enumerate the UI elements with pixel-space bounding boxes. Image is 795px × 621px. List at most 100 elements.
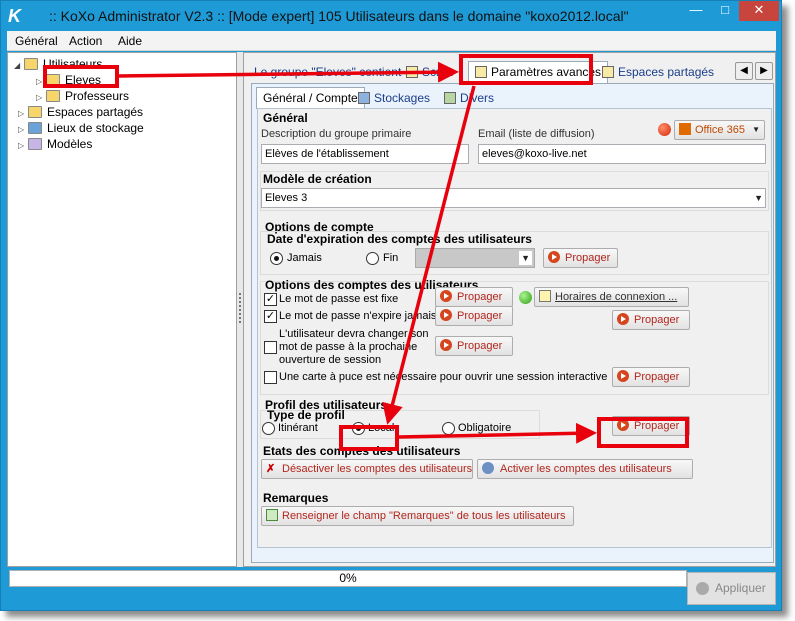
description-field[interactable]: Elèves de l'établissement	[261, 144, 469, 164]
button-label: Propager	[634, 371, 680, 383]
general-account-content: Général Description du groupe primaire E…	[257, 108, 772, 548]
must-change-label-line1: L'utilisateur devra changer son	[279, 328, 429, 340]
highlight-propagate-profile	[597, 417, 689, 448]
must-change-label-line2: mot de passe à la prochaine	[279, 341, 418, 353]
section-general-title: Général	[263, 111, 308, 125]
subtab-general-account[interactable]: Général / Compte	[256, 87, 365, 109]
edit-icon	[266, 509, 278, 521]
model-select[interactable]: Eleves 3 ▼	[261, 188, 766, 208]
must-change-password-checkbox[interactable]	[264, 341, 277, 354]
tree-item-modeles[interactable]: ▷ Modèles	[18, 136, 92, 152]
highlight-eleves	[43, 65, 119, 88]
subtab-misc[interactable]: Divers	[438, 88, 500, 110]
details-pane: Le groupe "Eleves" contient Script Param…	[243, 52, 776, 567]
fixed-password-label: Le mot de passe est fixe	[279, 293, 399, 305]
tab-label: Script	[422, 65, 453, 79]
must-change-label-line3: ouverture de session	[279, 354, 382, 366]
disable-user-icon: ✗	[266, 463, 276, 475]
profile-roaming-label: Itinérant	[278, 422, 318, 434]
close-button[interactable]: ✕	[739, 1, 779, 21]
section-model-title: Modèle de création	[263, 172, 372, 186]
tab-label: Général / Compte	[263, 91, 358, 105]
propagate-logon-hours-button[interactable]: Propager	[612, 310, 690, 330]
expiry-end-radio[interactable]	[366, 252, 379, 265]
tree-label: Modèles	[47, 137, 93, 151]
fixed-password-checkbox[interactable]: ✓	[264, 293, 277, 306]
office365-dropdown[interactable]: Office 365 ▼	[674, 120, 765, 140]
propagate-never-expires-button[interactable]: Propager	[435, 306, 513, 326]
button-label: Propager	[457, 340, 503, 352]
subtab-storage[interactable]: Stockages	[352, 88, 436, 110]
progress-bar: 0%	[9, 570, 687, 587]
expiry-title: Date d'expiration des comptes des utilis…	[267, 232, 532, 246]
propagate-expiry-button[interactable]: Propager	[543, 248, 618, 268]
button-label: Propager	[457, 291, 503, 303]
tab-label: Espaces partagés	[618, 65, 715, 79]
lock-icon	[539, 290, 551, 302]
button-label: Appliquer	[715, 581, 766, 595]
tree-item-lieux-de-stockage[interactable]: ▷ Lieux de stockage	[18, 120, 144, 136]
tab-script[interactable]: Script	[400, 62, 459, 84]
expiry-end-label: Fin	[383, 252, 399, 264]
shared-folder-icon	[602, 66, 614, 78]
office365-label: Office 365	[695, 124, 745, 136]
misc-icon	[444, 92, 456, 104]
description-label: Description du groupe primaire	[261, 128, 412, 140]
tree-label: Lieux de stockage	[47, 121, 144, 135]
section-remarks-title: Remarques	[263, 491, 329, 505]
menu-general[interactable]: Général	[15, 34, 58, 48]
password-never-expires-checkbox[interactable]: ✓	[264, 310, 277, 323]
window-title: :: KoXo Administrator V2.3 :: [Mode expe…	[49, 8, 629, 24]
button-label: Horaires de connexion ...	[555, 291, 678, 303]
email-label: Email (liste de diffusion)	[478, 128, 595, 140]
minimize-button[interactable]: —	[681, 1, 711, 21]
shared-folder-icon	[28, 106, 42, 118]
tree-item-professeurs[interactable]: ▷ Professeurs	[36, 88, 129, 104]
enable-accounts-button[interactable]: Activer les comptes des utilisateurs	[477, 459, 693, 479]
propagate-icon	[548, 251, 560, 263]
logon-hours-button[interactable]: Horaires de connexion ...	[534, 287, 689, 307]
profile-mandatory-radio[interactable]	[442, 422, 455, 435]
propagate-fixed-password-button[interactable]: Propager	[435, 287, 513, 307]
office365-icon	[679, 123, 691, 135]
profile-roaming-radio[interactable]	[262, 422, 275, 435]
tab-prev-button[interactable]: ◀	[735, 62, 753, 80]
template-icon	[28, 138, 42, 150]
fill-remarks-button[interactable]: Renseigner le champ "Remarques" de tous …	[261, 506, 574, 526]
tab-shared-spaces[interactable]: Espaces partagés	[596, 62, 720, 84]
enable-user-icon	[482, 462, 494, 474]
propagate-icon	[617, 313, 629, 325]
button-label: Propager	[634, 314, 680, 326]
storage-icon	[28, 122, 42, 134]
group-folder-icon	[46, 90, 60, 102]
tab-group-contents[interactable]: Le groupe "Eleves" contient	[248, 62, 407, 84]
button-label: Activer les comptes des utilisateurs	[500, 463, 672, 475]
tab-label: Stockages	[374, 91, 431, 105]
navigation-tree: ◢ Utilisateurs ▷ Eleves ▷ Professeurs ▷ Espa…	[7, 52, 237, 567]
app-window: K :: KoXo Administrator V2.3 :: [Mode ex…	[0, 0, 782, 611]
title-bar: K :: KoXo Administrator V2.3 :: [Mode ex…	[1, 1, 781, 31]
expiry-never-radio[interactable]	[270, 252, 283, 265]
disable-accounts-button[interactable]: ✗ Désactiver les comptes des utilisateurs	[261, 459, 473, 479]
propagate-smartcard-button[interactable]: Propager	[612, 367, 690, 387]
propagate-must-change-button[interactable]: Propager	[435, 336, 513, 356]
propagate-icon	[617, 370, 629, 382]
menu-action[interactable]: Action	[69, 34, 102, 48]
collapsed-arrow-icon[interactable]: ▷	[18, 138, 28, 154]
splitter-grip[interactable]	[239, 293, 241, 323]
tab-next-button[interactable]: ▶	[755, 62, 773, 80]
expanded-arrow-icon[interactable]: ◢	[14, 58, 24, 74]
apply-button[interactable]: Appliquer	[687, 572, 776, 605]
tree-item-espaces-partages[interactable]: ▷ Espaces partagés	[18, 104, 143, 120]
menu-bar: Général Action Aide	[7, 31, 776, 51]
tree-label: Espaces partagés	[47, 105, 144, 119]
expiry-never-label: Jamais	[287, 252, 322, 264]
menu-aide[interactable]: Aide	[118, 34, 142, 48]
chevron-down-icon: ▼	[519, 251, 532, 265]
smartcard-checkbox[interactable]	[264, 371, 277, 384]
tree-label: Professeurs	[65, 89, 130, 103]
maximize-button[interactable]: □	[711, 1, 739, 21]
button-label: Renseigner le champ "Remarques" de tous …	[282, 510, 566, 522]
expiry-date-picker: ▼	[415, 248, 535, 268]
email-field[interactable]: eleves@koxo-live.net	[478, 144, 766, 164]
